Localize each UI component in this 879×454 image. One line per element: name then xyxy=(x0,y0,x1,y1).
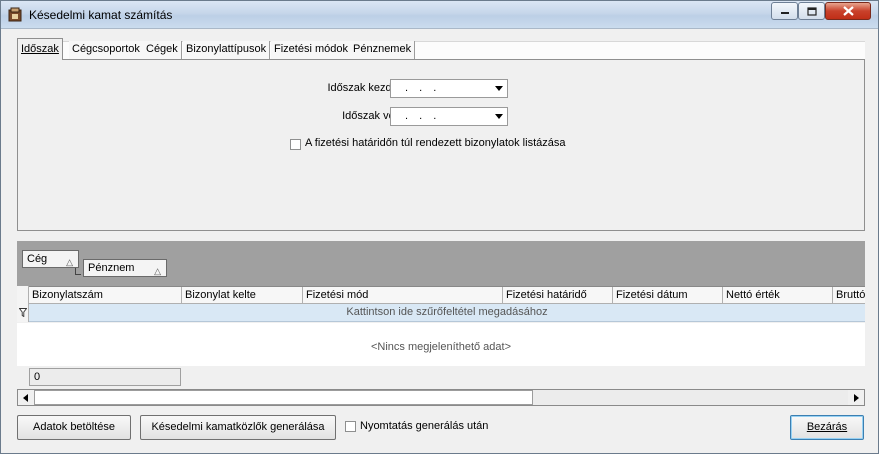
overdue-checkbox-label[interactable]: A fizetési határidőn túl rendezett bizon… xyxy=(305,137,565,149)
group-chip-penznem[interactable]: Pénznem △ xyxy=(83,259,167,277)
column-header-bizonylatszam[interactable]: Bizonylatszám xyxy=(28,287,181,304)
group-chip-label: Cég xyxy=(27,253,48,265)
grid-footer-row: 0 xyxy=(17,366,865,388)
group-connector xyxy=(75,268,81,275)
period-tab-panel: Időszak kezdete: . . . Időszak vége: . .… xyxy=(17,59,865,231)
tab-penznemek[interactable]: Pénznemek xyxy=(350,41,416,59)
tab-fizetesi-modok[interactable]: Fizetési módok xyxy=(271,41,352,59)
scroll-left-button[interactable] xyxy=(18,390,34,405)
window-title: Késedelmi kamat számítás xyxy=(29,8,173,22)
grid-header-row: Bizonylatszám Bizonylat kelte Fizetési m… xyxy=(17,286,865,304)
group-chip-ceg[interactable]: Cég △ xyxy=(22,250,79,268)
close-button[interactable]: Bezárás xyxy=(790,415,864,440)
tab-idoszak[interactable]: Időszak xyxy=(17,38,63,60)
period-start-dropdown[interactable]: . . . xyxy=(390,79,508,98)
summary-count: 0 xyxy=(29,368,181,386)
column-header-fizetesi-hatarido[interactable]: Fizetési határidő xyxy=(502,287,612,304)
column-header-bizonylat-kelte[interactable]: Bizonylat kelte xyxy=(181,287,302,304)
column-header-fizetesi-datum[interactable]: Fizetési dátum xyxy=(612,287,722,304)
app-window: Késedelmi kamat számítás Időszak Cégcsop… xyxy=(0,0,879,454)
maximize-button[interactable] xyxy=(798,2,825,20)
period-end-dropdown[interactable]: . . . xyxy=(390,107,508,126)
column-header-brutto[interactable]: Bruttó xyxy=(832,287,865,304)
column-header-fizetesi-mod[interactable]: Fizetési mód xyxy=(302,287,502,304)
tab-strip: Időszak Cégcsoportok Cégek Bizonylattípu… xyxy=(17,38,865,60)
filter-row[interactable]: Kattintson ide szűrőfeltétel megadásához xyxy=(29,304,865,322)
app-icon xyxy=(8,7,22,22)
group-by-panel[interactable]: Cég △ Pénznem △ xyxy=(17,241,865,286)
print-after-label[interactable]: Nyomtatás generálás után xyxy=(360,420,488,432)
generate-notices-button[interactable]: Késedelmi kamatközlők generálása xyxy=(140,415,336,440)
period-end-value: . . . xyxy=(405,110,441,122)
column-header-netto-ertek[interactable]: Nettó érték xyxy=(722,287,832,304)
tab-cegek[interactable]: Cégek xyxy=(143,41,182,59)
title-bar[interactable]: Késedelmi kamat számítás xyxy=(1,1,878,29)
overdue-checkbox[interactable] xyxy=(290,139,301,150)
group-chip-label: Pénznem xyxy=(88,262,135,274)
load-data-button[interactable]: Adatok betöltése xyxy=(17,415,131,440)
period-end-label: Időszak vége: xyxy=(342,110,410,122)
tab-cegcsoportok[interactable]: Cégcsoportok xyxy=(69,41,144,59)
maximize-icon xyxy=(806,6,817,16)
print-after-checkbox[interactable] xyxy=(345,421,356,432)
no-data-message: <Nincs megjeleníthető adat> xyxy=(370,341,512,353)
minimize-icon xyxy=(780,12,789,14)
horizontal-scrollbar[interactable] xyxy=(17,389,865,406)
scrollbar-thumb[interactable] xyxy=(34,390,533,405)
period-start-label: Időszak kezdete: xyxy=(327,82,410,94)
data-grid: Cég △ Pénznem △ Bizonylatszám Bizonylat … xyxy=(17,241,865,406)
close-icon xyxy=(842,6,854,16)
tab-bizonylattipusok[interactable]: Bizonylattípusok xyxy=(183,41,271,59)
period-start-value: . . . xyxy=(405,82,441,94)
dropdown-arrow-icon[interactable] xyxy=(495,114,503,119)
scroll-right-button[interactable] xyxy=(848,390,864,405)
close-window-button[interactable] xyxy=(825,2,871,20)
sort-triangle-icon: △ xyxy=(66,257,73,267)
scroll-right-icon xyxy=(854,393,859,402)
filter-funnel-icon[interactable] xyxy=(19,308,27,317)
sort-triangle-icon: △ xyxy=(154,266,161,276)
minimize-button[interactable] xyxy=(771,2,798,20)
scroll-left-icon xyxy=(23,393,28,402)
dropdown-arrow-icon[interactable] xyxy=(495,86,503,91)
